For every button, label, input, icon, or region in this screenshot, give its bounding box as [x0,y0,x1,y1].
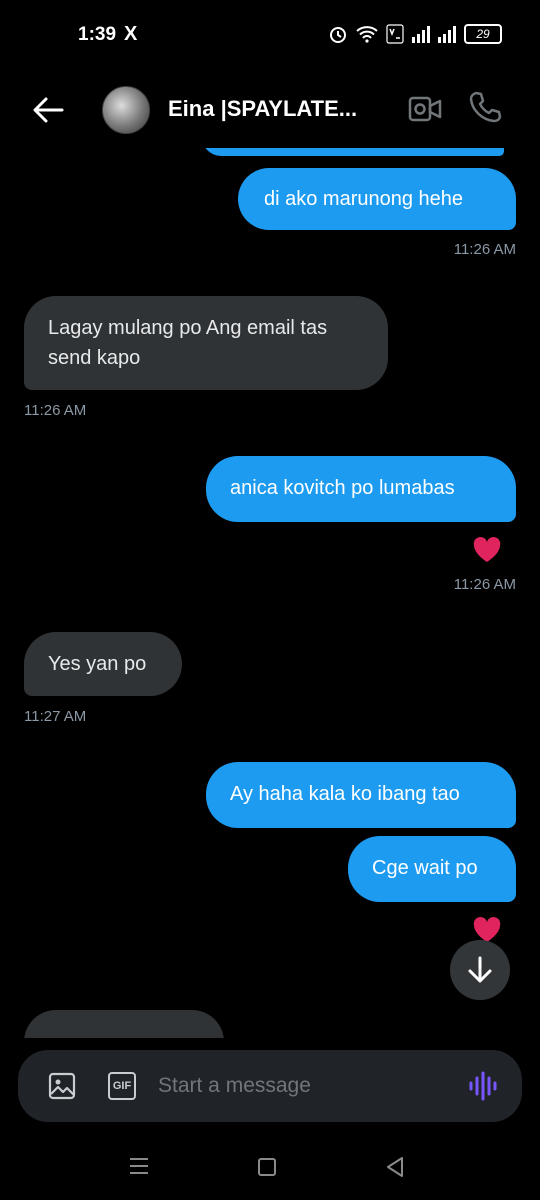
scroll-to-bottom-button[interactable] [450,940,510,1000]
phone-call-icon[interactable] [468,90,502,124]
message-bubble[interactable]: Yes yan po [24,632,182,696]
battery-icon: 29 [464,24,502,44]
arrow-down-icon [468,956,492,983]
message-timestamp: 11:26 AM [453,241,516,258]
message-composer: GIF [18,1050,522,1122]
heart-reaction-icon[interactable] [472,536,502,564]
recents-icon[interactable] [128,1156,150,1176]
message-timestamp: 11:27 AM [24,708,87,725]
alarm-icon [330,27,346,43]
message-bubble[interactable]: anica kovitch po lumabas [206,456,516,522]
message-timestamp: 11:26 AM [24,402,87,419]
video-call-icon[interactable] [408,94,442,124]
status-icons: 29 [328,24,502,44]
volte-icon [386,24,404,44]
system-nav-bar [0,1140,540,1200]
message-input[interactable] [158,1068,458,1104]
signal-icon [438,25,456,43]
status-time: 1:39 [78,24,117,45]
message-bubble[interactable]: Lagay mulang po Ang email tas send kapo [24,296,388,390]
gif-button[interactable]: GIF [108,1072,136,1100]
conversation-header: Eina |SPAYLATE... [0,72,540,148]
status-bar: 1:39 X 29 [0,0,540,72]
nav-back-icon[interactable] [385,1156,405,1178]
signal-icon [412,25,430,43]
avatar[interactable] [102,86,150,134]
message-bubble[interactable]: Ay haha kala ko ibang tao [206,762,516,828]
message-bubble-partial [24,1010,224,1038]
wifi-icon [356,26,378,43]
voice-message-icon[interactable] [468,1070,498,1102]
contact-name[interactable]: Eina |SPAYLATE... [168,96,357,122]
home-icon[interactable] [258,1158,276,1176]
message-bubble[interactable]: di ako marunong hehe [238,168,516,230]
message-bubble-partial [202,148,504,156]
image-icon[interactable] [48,1072,76,1100]
message-bubble[interactable]: Cge wait po [348,836,516,902]
message-timestamp: 11:26 AM [453,576,516,593]
back-arrow-icon[interactable] [30,92,66,128]
x-logo-icon: X [124,23,138,45]
message-list[interactable]: di ako marunong hehe 11:26 AM Lagay mula… [0,148,540,1038]
